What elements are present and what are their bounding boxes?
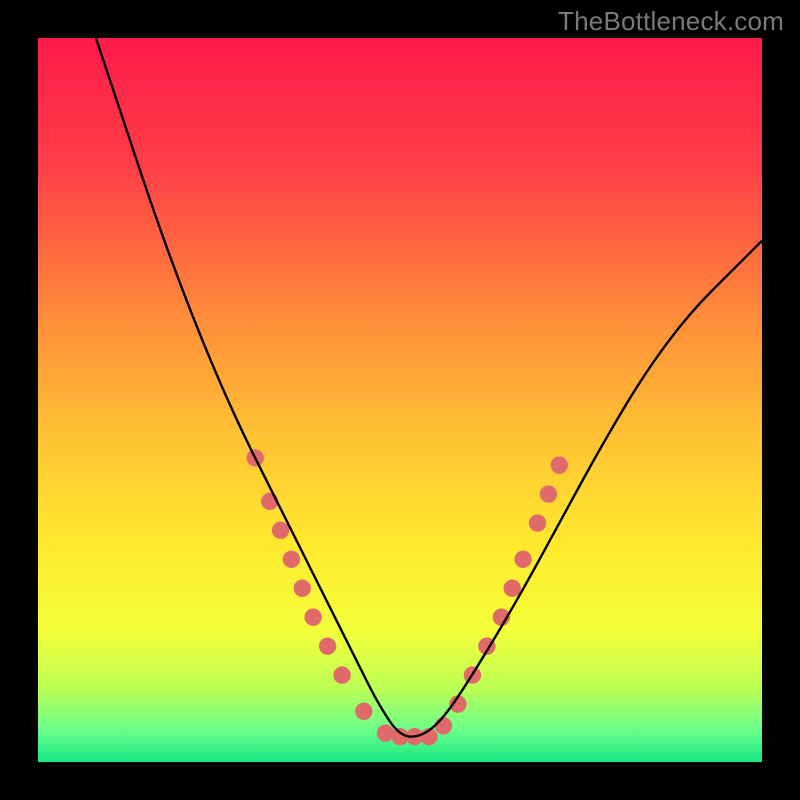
dot: [283, 551, 300, 568]
dot: [529, 514, 546, 531]
bottleneck-curve: [96, 38, 762, 737]
dot: [333, 666, 350, 683]
dot: [514, 551, 531, 568]
dot: [540, 485, 557, 502]
chart-frame: TheBottleneck.com: [0, 0, 800, 800]
curve-layer: [38, 38, 762, 762]
dot: [551, 456, 568, 473]
dot: [272, 522, 289, 539]
dot: [294, 580, 311, 597]
dot: [319, 637, 336, 654]
dot: [504, 580, 521, 597]
dot: [435, 717, 452, 734]
plot-area: [38, 38, 762, 762]
dot: [355, 703, 372, 720]
watermark-text: TheBottleneck.com: [558, 6, 784, 37]
dot: [304, 609, 321, 626]
dot: [377, 724, 394, 741]
